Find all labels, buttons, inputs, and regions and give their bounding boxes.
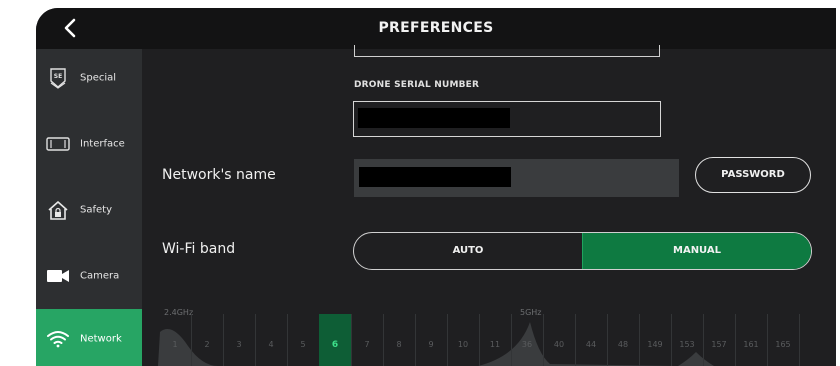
redacted-network-name xyxy=(359,167,511,187)
channel-label[interactable]: 149 xyxy=(642,340,668,349)
sidebar-item-network[interactable]: Network xyxy=(36,309,142,366)
svg-text:SE: SE xyxy=(54,73,62,80)
screen: PREFERENCES SE Special Interface Safety … xyxy=(36,8,836,366)
channel-label[interactable]: 8 xyxy=(386,340,412,349)
channel-label[interactable]: 2 xyxy=(194,340,220,349)
sidebar-item-label: Interface xyxy=(80,138,125,150)
network-name-field[interactable] xyxy=(354,159,679,197)
sidebar-item-special[interactable]: SE Special xyxy=(36,45,142,111)
wifi-band-toggle: AUTO MANUAL xyxy=(353,232,812,270)
sidebar-item-label: Network xyxy=(80,333,122,345)
channel-label[interactable]: 5 xyxy=(290,340,316,349)
sidebar-item-safety[interactable]: Safety xyxy=(36,177,142,243)
channel-label[interactable]: 7 xyxy=(354,340,380,349)
channel-divider xyxy=(479,314,480,366)
channel-label[interactable]: 40 xyxy=(546,340,572,349)
serial-number-field xyxy=(353,101,661,137)
redacted-serial xyxy=(358,108,510,128)
channel-divider xyxy=(191,314,192,366)
video-camera-icon xyxy=(46,264,70,288)
channel-label[interactable]: 11 xyxy=(482,340,508,349)
app-frame: PREFERENCES SE Special Interface Safety … xyxy=(0,0,840,366)
wifi-band-label: Wi-Fi band xyxy=(162,241,236,257)
channel-divider xyxy=(383,314,384,366)
channel-label[interactable]: 165 xyxy=(770,340,796,349)
channel-divider xyxy=(415,314,416,366)
channel-divider xyxy=(799,314,800,366)
band-auto-option[interactable]: AUTO xyxy=(354,233,582,269)
channel-label[interactable]: 157 xyxy=(706,340,732,349)
channel-label[interactable]: 48 xyxy=(610,340,636,349)
sidebar: SE Special Interface Safety Camera Netwo… xyxy=(36,49,142,366)
band-manual-option[interactable]: MANUAL xyxy=(582,233,811,269)
password-button[interactable]: PASSWORD xyxy=(695,157,811,193)
serial-number-label: DRONE SERIAL NUMBER xyxy=(354,80,480,90)
channel-divider xyxy=(607,314,608,366)
network-name-label: Network's name xyxy=(162,167,276,183)
page-title: PREFERENCES xyxy=(378,20,494,36)
channel-label[interactable]: 10 xyxy=(450,340,476,349)
channel-divider xyxy=(767,314,768,366)
wifi-icon xyxy=(46,327,70,351)
channel-spectrum: 2.4GHz 5GHz 1 2 3 4 5 6 7 8 9 10 11 36 40 44 48 149 153 1… xyxy=(158,304,808,366)
home-lock-icon xyxy=(46,198,70,222)
channel-divider xyxy=(351,314,352,366)
channel-label[interactable]: 44 xyxy=(578,340,604,349)
channel-divider xyxy=(255,314,256,366)
sidebar-item-interface[interactable]: Interface xyxy=(36,111,142,177)
channel-divider xyxy=(287,314,288,366)
sidebar-item-label: Safety xyxy=(80,204,112,216)
channel-label[interactable]: 4 xyxy=(258,340,284,349)
channel-label[interactable]: 36 xyxy=(514,340,540,349)
channel-divider xyxy=(639,314,640,366)
channel-divider xyxy=(735,314,736,366)
channel-divider xyxy=(543,314,544,366)
sidebar-item-camera[interactable]: Camera xyxy=(36,243,142,309)
band-24ghz-label: 2.4GHz xyxy=(164,308,194,317)
shield-se-icon: SE xyxy=(46,66,70,90)
back-button[interactable] xyxy=(56,14,84,42)
channel-label[interactable]: 153 xyxy=(674,340,700,349)
channel-divider xyxy=(671,314,672,366)
channel-divider xyxy=(223,314,224,366)
channel-label[interactable]: 1 xyxy=(162,340,188,349)
channel-label[interactable]: 9 xyxy=(418,340,444,349)
channel-divider xyxy=(575,314,576,366)
phone-landscape-icon xyxy=(46,132,70,156)
channel-label-selected[interactable]: 6 xyxy=(319,340,351,350)
top-bar: PREFERENCES xyxy=(36,8,836,49)
channel-divider xyxy=(511,314,512,366)
band-5ghz-label: 5GHz xyxy=(520,308,542,317)
sidebar-item-label: Camera xyxy=(80,270,120,282)
chevron-left-icon xyxy=(64,18,76,38)
previous-field-edge xyxy=(354,45,660,57)
sidebar-item-label: Special xyxy=(80,72,117,84)
channel-label[interactable]: 161 xyxy=(738,340,764,349)
channel-divider xyxy=(703,314,704,366)
network-settings-panel: DRONE SERIAL NUMBER Network's name PASSW… xyxy=(142,45,836,366)
channel-divider xyxy=(447,314,448,366)
channel-label[interactable]: 3 xyxy=(226,340,252,349)
